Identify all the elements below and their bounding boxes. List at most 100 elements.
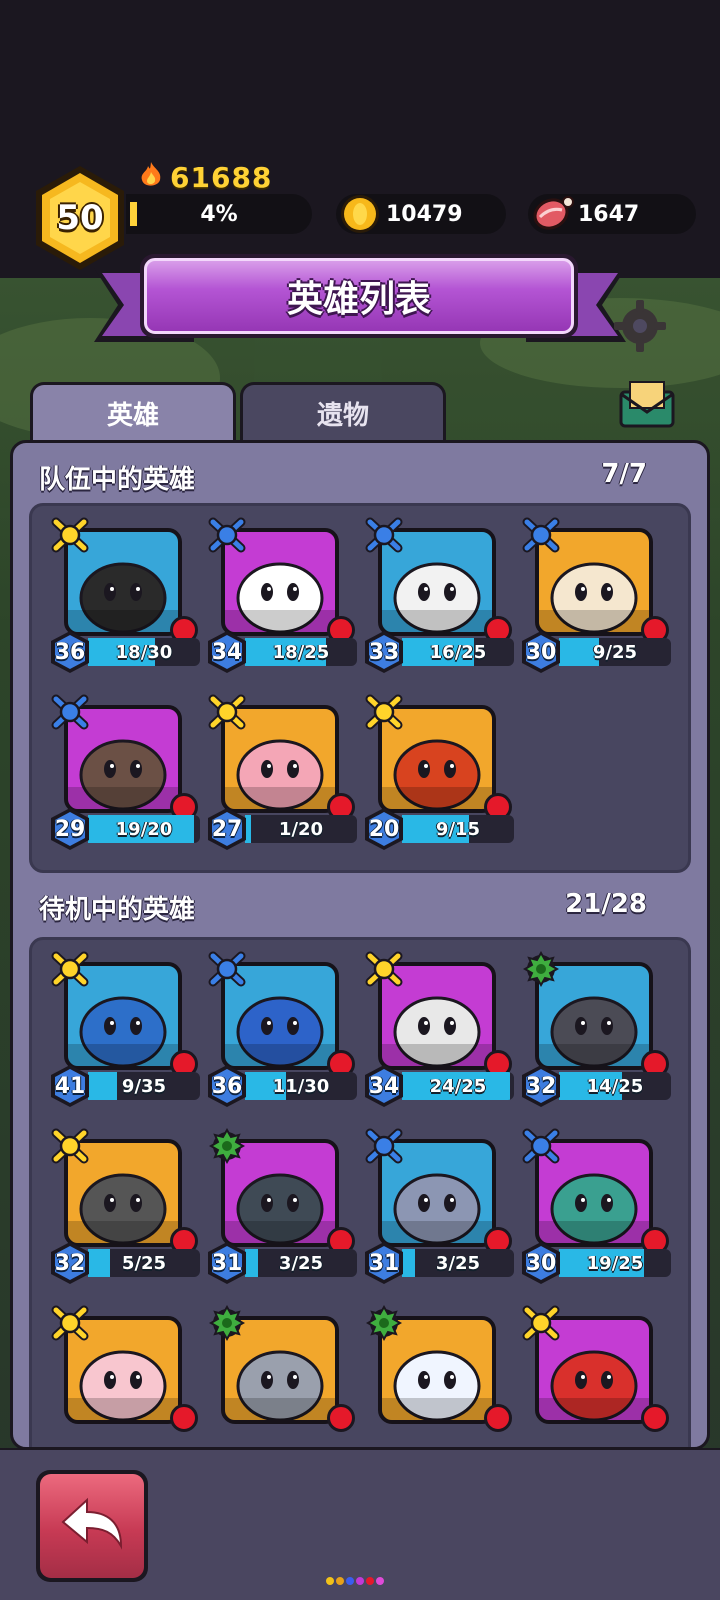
alert-dot-icon — [641, 1404, 669, 1432]
hero-level: 31 — [211, 1250, 243, 1276]
hero-progress-text: 14/25 — [586, 1075, 644, 1097]
hero-progress-bar: 11/30 — [245, 1072, 357, 1100]
team-hero-card[interactable]: 18/30 36 — [48, 516, 208, 676]
tab-heroes[interactable]: 英雄 — [30, 382, 236, 442]
standby-hero-grid: 9/35 41 11/30 36 24/25 34 14/25 32 5/25 … — [29, 937, 691, 1447]
rank-yellow-icon — [362, 693, 406, 731]
hero-progress-bar: 18/30 — [88, 638, 200, 666]
hero-level: 34 — [211, 639, 243, 665]
hero-level: 34 — [368, 1073, 400, 1099]
standby-hero-card[interactable] — [362, 1304, 522, 1447]
hero-progress-text: 9/35 — [121, 1075, 167, 1097]
debug-dots — [326, 1577, 384, 1585]
hero-level: 41 — [54, 1073, 86, 1099]
hero-progress-bar: 14/25 — [559, 1072, 671, 1100]
player-level: 50 — [56, 198, 104, 238]
hero-progress-bar: 18/25 — [245, 638, 357, 666]
rank-green-icon — [362, 1304, 406, 1342]
rank-green-icon — [205, 1127, 249, 1165]
hero-level: 20 — [368, 816, 400, 842]
back-button[interactable] — [36, 1470, 148, 1582]
hero-progress-text: 19/25 — [586, 1252, 644, 1274]
alert-dot-icon — [484, 1404, 512, 1432]
standby-count: 21/28 — [565, 889, 647, 919]
standby-hero-card[interactable]: 5/25 32 — [48, 1127, 208, 1287]
standby-hero-card[interactable]: 3/25 31 — [205, 1127, 365, 1287]
hero-level: 36 — [54, 639, 86, 665]
hero-progress-text: 11/30 — [272, 1075, 330, 1097]
hero-progress-bar: 5/25 — [88, 1249, 200, 1277]
power-value: 61688 — [170, 160, 273, 194]
team-hero-card[interactable]: 19/20 29 — [48, 693, 208, 853]
meat-counter[interactable]: 1647 — [528, 194, 696, 234]
rank-blue-icon — [362, 1127, 406, 1165]
xp-bar: 4% — [126, 194, 312, 234]
hero-progress-text: 19/20 — [115, 818, 173, 840]
rank-yellow-icon — [48, 950, 92, 988]
rank-yellow-icon — [48, 1127, 92, 1165]
team-hero-card[interactable]: 16/25 33 — [362, 516, 522, 676]
rank-blue-icon — [205, 950, 249, 988]
hero-level: 30 — [525, 639, 557, 665]
meat-value: 1647 — [578, 201, 640, 227]
hero-level: 32 — [54, 1250, 86, 1276]
coin-icon — [338, 192, 382, 242]
coin-value: 10479 — [386, 201, 463, 227]
hero-progress-bar: 16/25 — [402, 638, 514, 666]
hero-level: 30 — [525, 1250, 557, 1276]
hero-progress-text: 3/25 — [278, 1252, 324, 1274]
hero-level: 32 — [525, 1073, 557, 1099]
standby-hero-card[interactable]: 24/25 34 — [362, 950, 522, 1110]
rank-yellow-icon — [48, 1304, 92, 1342]
team-hero-card[interactable]: 1/20 27 — [205, 693, 365, 853]
meat-icon — [530, 192, 576, 242]
rank-green-icon — [519, 950, 563, 988]
rank-green-icon — [205, 1304, 249, 1342]
hero-progress-bar: 1/20 — [245, 815, 357, 843]
team-hero-card[interactable]: 9/25 30 — [519, 516, 679, 676]
rank-yellow-icon — [362, 950, 406, 988]
standby-hero-card[interactable]: 14/25 32 — [519, 950, 679, 1110]
standby-section-title: 待机中的英雄 — [39, 895, 196, 925]
rank-blue-icon — [362, 516, 406, 554]
rank-blue-icon — [519, 516, 563, 554]
flame-icon — [138, 161, 164, 193]
hero-progress-bar: 9/25 — [559, 638, 671, 666]
hero-progress-bar: 24/25 — [402, 1072, 514, 1100]
back-arrow-icon — [57, 1494, 127, 1558]
hero-progress-text: 9/25 — [592, 641, 638, 663]
standby-hero-card[interactable] — [205, 1304, 365, 1447]
power-display: 61688 — [138, 160, 272, 194]
hero-progress-text: 18/25 — [272, 641, 330, 663]
team-hero-grid: 18/30 36 18/25 34 16/25 33 9/25 30 19/20… — [29, 503, 691, 873]
standby-hero-card[interactable]: 11/30 36 — [205, 950, 365, 1110]
standby-hero-card[interactable]: 9/35 41 — [48, 950, 208, 1110]
rank-yellow-icon — [519, 1304, 563, 1342]
hero-level: 33 — [368, 639, 400, 665]
team-hero-card[interactable]: 9/15 20 — [362, 693, 522, 853]
coin-counter[interactable]: 10479 — [336, 194, 506, 234]
hero-progress-text: 16/25 — [429, 641, 487, 663]
hero-level: 29 — [54, 816, 86, 842]
hero-progress-bar: 3/25 — [402, 1249, 514, 1277]
hero-level: 31 — [368, 1250, 400, 1276]
gear-icon[interactable] — [612, 298, 668, 358]
team-hero-card[interactable]: 18/25 34 — [205, 516, 365, 676]
standby-hero-card[interactable] — [519, 1304, 679, 1447]
hero-progress-bar: 9/35 — [88, 1072, 200, 1100]
player-level-badge[interactable]: 50 — [32, 164, 128, 272]
standby-hero-card[interactable] — [48, 1304, 208, 1447]
hero-level: 27 — [211, 816, 243, 842]
tab-relics[interactable]: 遗物 — [240, 382, 446, 442]
hero-progress-bar: 3/25 — [245, 1249, 357, 1277]
hero-progress-text: 24/25 — [429, 1075, 487, 1097]
hero-progress-text: 5/25 — [121, 1252, 167, 1274]
rank-blue-icon — [48, 693, 92, 731]
standby-hero-card[interactable]: 3/25 31 — [362, 1127, 522, 1287]
mail-icon[interactable] — [618, 378, 676, 434]
rank-blue-icon — [205, 516, 249, 554]
hero-progress-text: 3/25 — [435, 1252, 481, 1274]
standby-hero-card[interactable]: 19/25 30 — [519, 1127, 679, 1287]
hero-progress-bar: 19/25 — [559, 1249, 671, 1277]
hero-level: 36 — [211, 1073, 243, 1099]
